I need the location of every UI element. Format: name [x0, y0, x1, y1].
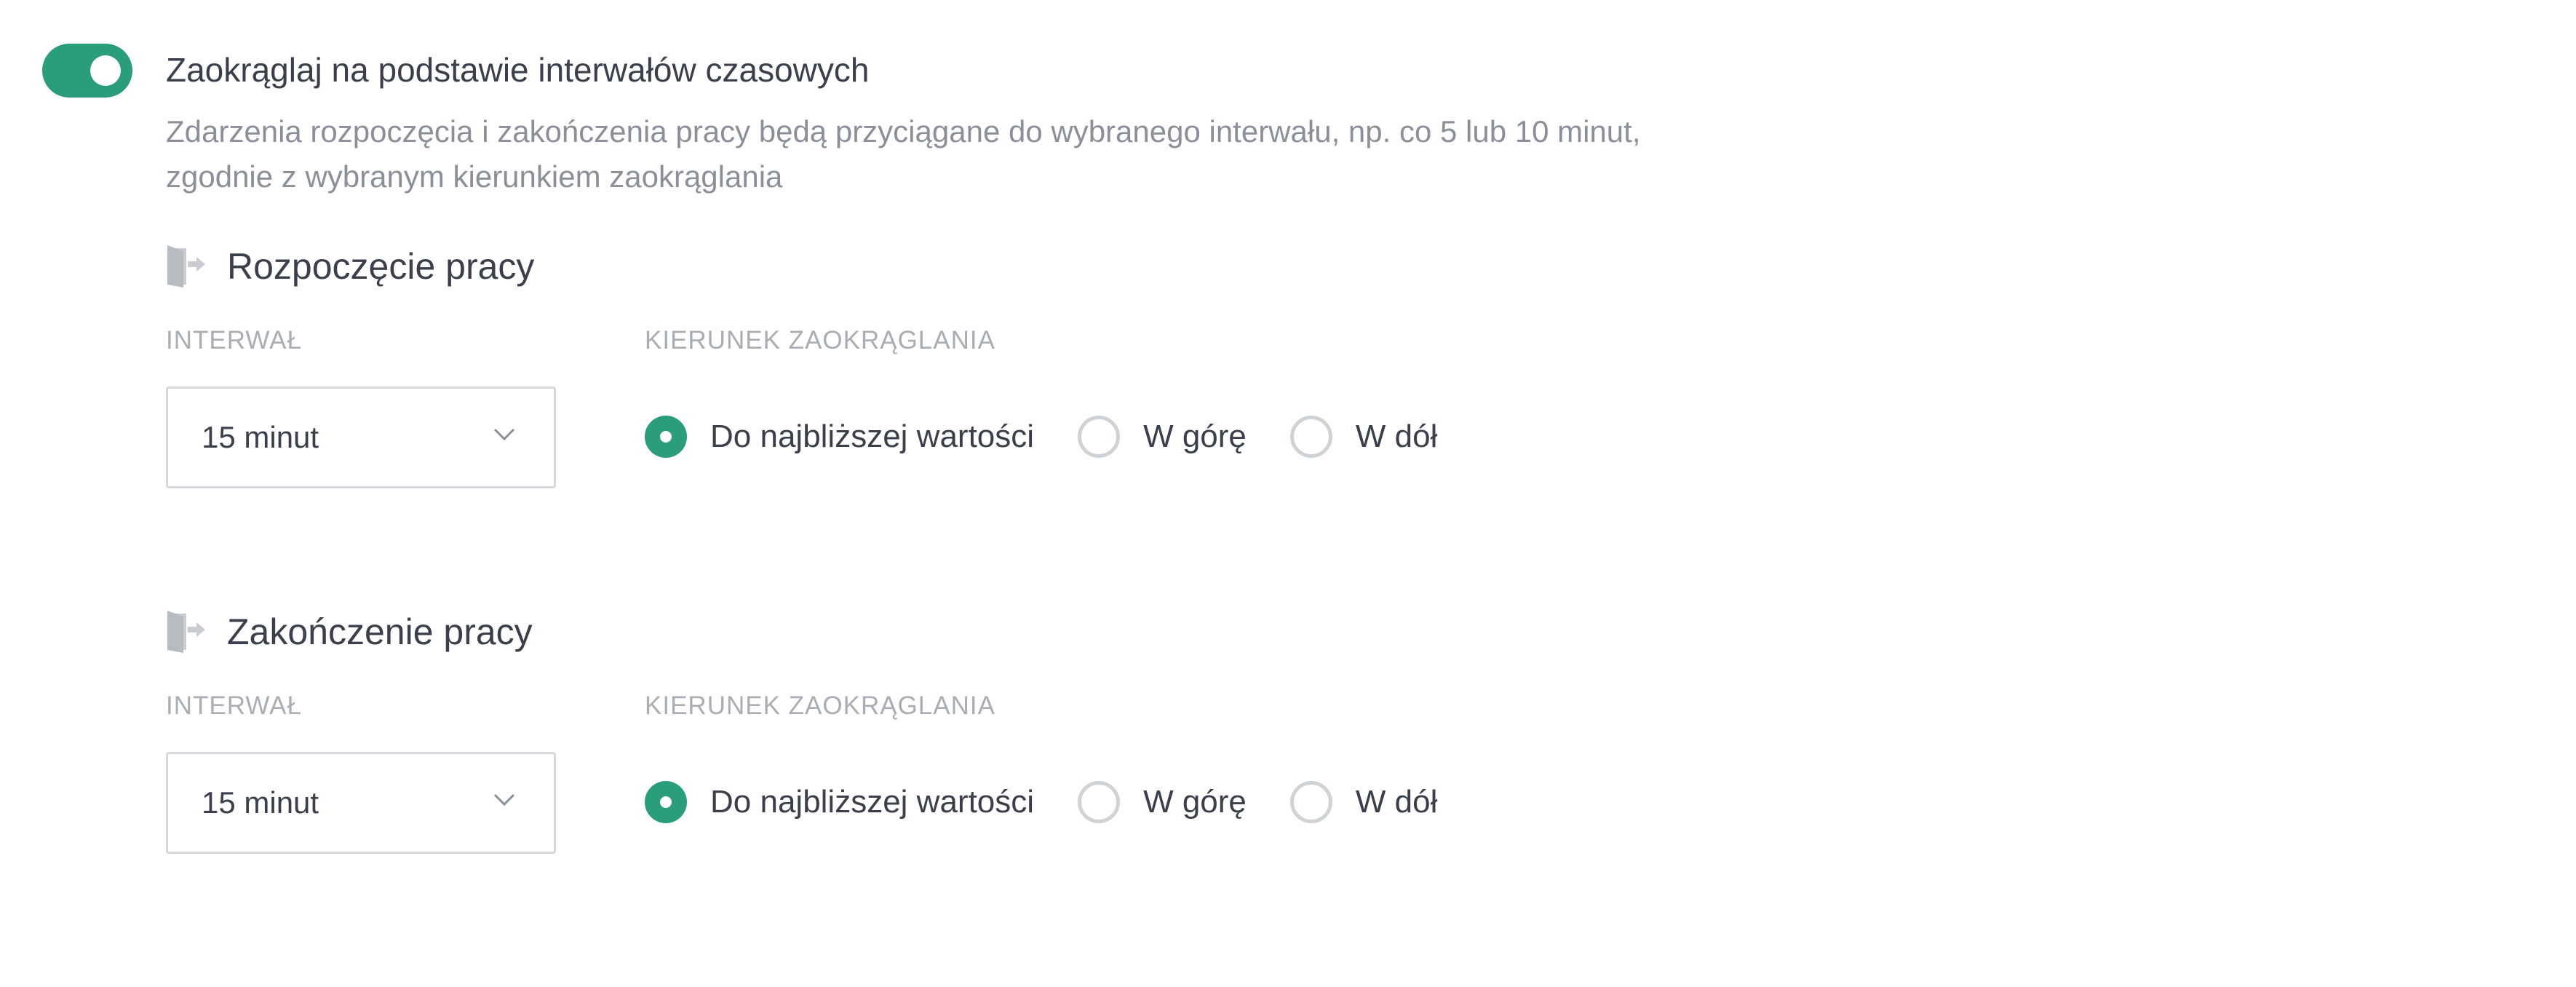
rounding-toggle[interactable]	[42, 44, 132, 98]
direction-radio-group: Do najbliższej wartości W górę W dół	[645, 408, 1481, 466]
radio-circle[interactable]	[1078, 781, 1121, 823]
radio-circle[interactable]	[1289, 416, 1332, 458]
radio-label: W górę	[1143, 784, 1247, 820]
section-header: Rozpoczęcie pracy	[166, 237, 534, 296]
direction-radio-group: Do najbliższej wartości W górę W dół	[645, 773, 1481, 831]
radio-nearest[interactable]: Do najbliższej wartości	[645, 781, 1034, 823]
direction-label: KIERUNEK ZAOKRĄGLANIA	[645, 326, 995, 354]
section-work-end: Zakończenie pracy INTERWAŁ KIERUNEK ZAOK…	[166, 603, 2058, 923]
radio-label: W dół	[1355, 784, 1438, 820]
rounding-description: Zdarzenia rozpoczęcia i zakończenia prac…	[166, 109, 1840, 199]
interval-label: INTERWAŁ	[166, 326, 302, 354]
radio-label: W dół	[1355, 419, 1438, 454]
interval-label: INTERWAŁ	[166, 691, 302, 720]
interval-select[interactable]: 15 minut	[166, 387, 556, 488]
door-exit-icon	[166, 244, 207, 289]
interval-select-value: 15 minut	[202, 420, 319, 454]
interval-select-value: 15 minut	[202, 785, 319, 820]
radio-down[interactable]: W dół	[1289, 781, 1438, 823]
radio-label: Do najbliższej wartości	[710, 419, 1035, 454]
radio-down[interactable]: W dół	[1289, 416, 1438, 458]
interval-select[interactable]: 15 minut	[166, 752, 556, 854]
section-work-start: Rozpoczęcie pracy INTERWAŁ KIERUNEK ZAOK…	[166, 237, 2058, 558]
rounding-title: Zaokrąglaj na podstawie interwałów czaso…	[166, 51, 870, 89]
radio-label: Do najbliższej wartości	[710, 784, 1035, 820]
section-title: Zakończenie pracy	[227, 611, 533, 652]
section-header: Zakończenie pracy	[166, 603, 533, 661]
radio-nearest[interactable]: Do najbliższej wartości	[645, 416, 1034, 458]
chevron-down-icon	[493, 792, 516, 808]
chevron-down-icon	[493, 427, 516, 443]
radio-circle[interactable]	[1289, 781, 1332, 823]
description-line-2: zgodnie z wybranym kierunkiem zaokrąglan…	[166, 159, 783, 194]
radio-circle-checked[interactable]	[645, 416, 687, 458]
toggle-knob	[90, 55, 121, 86]
radio-circle[interactable]	[1078, 416, 1121, 458]
section-title: Rozpoczęcie pracy	[227, 246, 535, 287]
door-exit-icon	[166, 609, 207, 654]
radio-up[interactable]: W górę	[1078, 416, 1247, 458]
radio-circle-checked[interactable]	[645, 781, 687, 823]
radio-up[interactable]: W górę	[1078, 781, 1247, 823]
description-line-1: Zdarzenia rozpoczęcia i zakończenia prac…	[166, 114, 1641, 148]
radio-label: W górę	[1143, 419, 1247, 454]
direction-label: KIERUNEK ZAOKRĄGLANIA	[645, 691, 995, 720]
